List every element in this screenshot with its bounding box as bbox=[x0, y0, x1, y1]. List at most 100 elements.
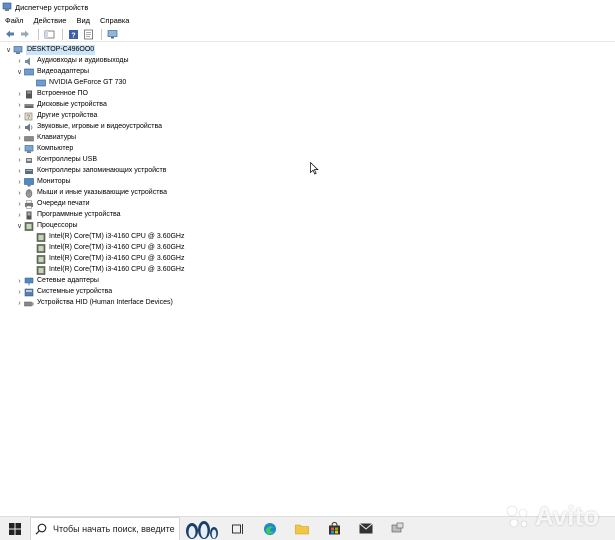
menu-help[interactable]: Справка bbox=[100, 16, 129, 25]
expand-chevron-icon[interactable]: › bbox=[15, 56, 24, 66]
avito-watermark-text: Avito bbox=[535, 501, 600, 531]
tree-category-label: Другие устройства bbox=[37, 112, 98, 120]
expand-chevron-icon[interactable]: › bbox=[15, 298, 24, 308]
edge-button[interactable] bbox=[254, 517, 286, 540]
expand-chevron-icon[interactable]: › bbox=[15, 287, 24, 297]
tree-category[interactable]: › Клавиатуры bbox=[15, 133, 76, 144]
help-icon: ? bbox=[68, 29, 78, 39]
tree-category[interactable]: › Дисковые устройства bbox=[15, 100, 107, 111]
help-button[interactable]: ? bbox=[67, 28, 79, 40]
properties-button[interactable] bbox=[82, 28, 94, 40]
tree-category-label: Сетевые адаптеры bbox=[37, 277, 99, 285]
collapse-chevron-icon[interactable]: ∨ bbox=[15, 67, 24, 77]
processor-icon bbox=[24, 222, 34, 231]
tree-category[interactable]: ∨ Видеоадаптеры bbox=[15, 67, 89, 78]
avito-logo-icon bbox=[506, 505, 528, 527]
back-button[interactable] bbox=[4, 28, 16, 40]
expand-chevron-icon[interactable]: › bbox=[15, 133, 24, 143]
tree-category-label: Контроллеры запоминающих устройств bbox=[37, 167, 167, 175]
tree-device[interactable]: Intel(R) Core(TM) i3-4160 CPU @ 3.60GHz bbox=[27, 254, 184, 265]
other-devices-icon: ? bbox=[24, 112, 33, 121]
menu-bar: Файл Действие Вид Справка bbox=[0, 14, 615, 26]
tree-category-label: Аудиовходы и аудиовыходы bbox=[37, 57, 129, 65]
tree-category[interactable]: › Встроенное ПО bbox=[15, 89, 88, 100]
tree-category[interactable]: › Программные устройства bbox=[15, 210, 121, 221]
processor-icon bbox=[36, 233, 46, 242]
tree-category-label: Очереди печати bbox=[37, 200, 90, 208]
forward-arrow-icon bbox=[21, 30, 29, 38]
tree-category[interactable]: ∨ Процессоры bbox=[15, 221, 78, 232]
show-hide-tree-button[interactable] bbox=[43, 28, 55, 40]
tree-category-label: Мониторы bbox=[37, 178, 71, 186]
mail-button[interactable] bbox=[350, 517, 382, 540]
tree-category-label: Клавиатуры bbox=[37, 134, 77, 142]
avito-watermark: Avito bbox=[505, 501, 599, 532]
tree-category[interactable]: › Мыши и иные указывающие устройства bbox=[15, 188, 167, 199]
software-device-icon bbox=[26, 211, 32, 220]
tree-category-label: Дисковые устройства bbox=[37, 101, 107, 109]
tree-category[interactable]: › Контроллеры запоминающих устройств bbox=[15, 166, 167, 177]
start-button[interactable] bbox=[0, 517, 30, 540]
collapse-chevron-icon[interactable]: ∨ bbox=[15, 221, 24, 231]
expand-chevron-icon[interactable]: › bbox=[15, 122, 24, 132]
menu-file[interactable]: Файл bbox=[5, 16, 23, 25]
expand-chevron-icon[interactable]: › bbox=[15, 144, 24, 154]
expand-chevron-icon[interactable]: › bbox=[15, 188, 24, 198]
expand-chevron-icon[interactable]: › bbox=[15, 166, 24, 176]
back-arrow-icon bbox=[6, 30, 14, 38]
processor-icon bbox=[36, 244, 46, 253]
folder-icon bbox=[295, 524, 309, 534]
tree-category[interactable]: › Контроллеры USB bbox=[15, 155, 97, 166]
mouse-icon bbox=[25, 189, 33, 198]
window-title: Диспетчер устройств bbox=[15, 2, 89, 12]
keyboard-icon bbox=[24, 136, 34, 142]
file-explorer-button[interactable] bbox=[286, 517, 318, 540]
collapse-chevron-icon[interactable]: ∨ bbox=[4, 45, 13, 55]
storage-controller-icon bbox=[25, 168, 33, 174]
tree-category-label: Процессоры bbox=[37, 222, 78, 230]
search-box[interactable]: Чтобы начать поиск, введите bbox=[30, 516, 180, 540]
properties-icon bbox=[83, 29, 93, 39]
expand-chevron-icon[interactable]: › bbox=[15, 199, 24, 209]
tree-device[interactable]: Intel(R) Core(TM) i3-4160 CPU @ 3.60GHz bbox=[27, 243, 184, 254]
computer-icon bbox=[24, 145, 34, 153]
tree-category[interactable]: › Аудиовходы и аудиовыходы bbox=[15, 56, 129, 67]
expand-chevron-icon[interactable]: › bbox=[15, 155, 24, 165]
tree-device[interactable]: Intel(R) Core(TM) i3-4160 CPU @ 3.60GHz bbox=[27, 232, 184, 243]
expand-chevron-icon[interactable]: › bbox=[15, 177, 24, 187]
expand-chevron-icon[interactable]: › bbox=[15, 210, 24, 220]
tree-category[interactable]: › Звуковые, игровые и видеоустройства bbox=[15, 122, 162, 133]
tree-category[interactable]: › Мониторы bbox=[15, 177, 71, 188]
task-view-button[interactable] bbox=[222, 517, 254, 540]
tree-category-label: Контроллеры USB bbox=[37, 156, 97, 164]
display-adapter-icon bbox=[36, 79, 46, 87]
tree-category[interactable]: › Устройства HID (Human Interface Device… bbox=[15, 298, 173, 309]
expand-chevron-icon[interactable]: › bbox=[15, 100, 24, 110]
expand-chevron-icon[interactable]: › bbox=[15, 111, 24, 121]
title-bar: Диспетчер устройств bbox=[0, 0, 615, 14]
tree-category[interactable]: › Сетевые адаптеры bbox=[15, 276, 99, 287]
search-placeholder: Чтобы начать поиск, введите bbox=[53, 523, 175, 534]
expand-chevron-icon[interactable]: › bbox=[15, 276, 24, 286]
tree-category-label: Системные устройства bbox=[37, 288, 113, 296]
tree-category[interactable]: › ? Другие устройства bbox=[15, 111, 97, 122]
menu-action[interactable]: Действие bbox=[33, 16, 66, 25]
widget-penguins[interactable] bbox=[180, 517, 222, 540]
tree-device[interactable]: NVIDIA GeForce GT 730 bbox=[27, 78, 126, 89]
tree-device[interactable]: Intel(R) Core(TM) i3-4160 CPU @ 3.60GHz bbox=[27, 265, 184, 276]
tree-category[interactable]: › Компьютер bbox=[15, 144, 73, 155]
tree-category[interactable]: › Очереди печати bbox=[15, 199, 90, 210]
tree-category[interactable]: › Системные устройства bbox=[15, 287, 112, 298]
store-button[interactable] bbox=[318, 517, 350, 540]
tree-category-label: Устройства HID (Human Interface Devices) bbox=[37, 299, 173, 307]
firmware-icon bbox=[26, 90, 32, 99]
expand-chevron-icon[interactable]: › bbox=[15, 89, 24, 99]
mouse-cursor-icon bbox=[310, 162, 319, 175]
menu-view[interactable]: Вид bbox=[76, 16, 90, 25]
tree-device-label: Intel(R) Core(TM) i3-4160 CPU @ 3.60GHz bbox=[49, 255, 185, 263]
device-manager-taskbar-button[interactable] bbox=[382, 517, 414, 540]
scan-hardware-button[interactable] bbox=[106, 28, 118, 40]
toolbar-separator bbox=[38, 28, 39, 40]
tree-root[interactable]: ∨ DESKTOP-C496OO0 bbox=[4, 45, 96, 56]
forward-button[interactable] bbox=[19, 28, 31, 40]
